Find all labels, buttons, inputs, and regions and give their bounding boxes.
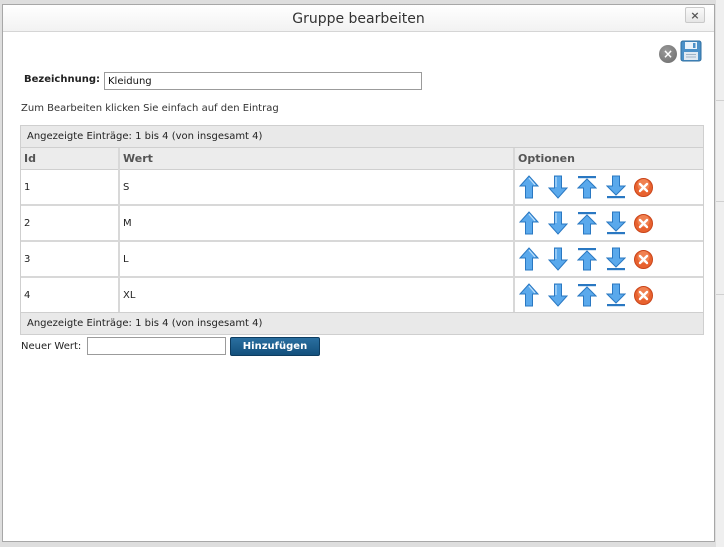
delete-icon[interactable] xyxy=(634,249,653,269)
row-options xyxy=(519,207,702,239)
row-options xyxy=(519,279,702,311)
entries-table: Id Wert Optionen 1 S 2 M 3 L 4 XL xyxy=(21,148,703,312)
edit-group-dialog: Gruppe bearbeiten × × Bezeichnung: Zum B… xyxy=(2,4,715,542)
row-options xyxy=(519,243,702,275)
arrow-up-icon[interactable] xyxy=(519,283,539,307)
move-to-top-icon[interactable] xyxy=(577,211,597,235)
row-value-cell[interactable]: XL xyxy=(119,277,515,312)
backdrop-line xyxy=(716,100,724,101)
dialog-toolbar: × xyxy=(657,40,703,64)
name-label: Bezeichnung: xyxy=(24,74,100,85)
row-options-cell xyxy=(514,205,703,242)
column-header-id[interactable]: Id xyxy=(21,148,120,170)
backdrop-line xyxy=(716,294,724,295)
row-id-cell[interactable]: 2 xyxy=(21,205,120,242)
row-id-cell[interactable]: 4 xyxy=(21,277,120,312)
new-value-input[interactable] xyxy=(87,337,226,355)
row-value-cell[interactable]: L xyxy=(119,241,515,278)
row-value-cell[interactable]: S xyxy=(119,169,515,206)
delete-icon[interactable] xyxy=(634,213,653,233)
close-button[interactable]: × xyxy=(685,7,705,23)
table-row[interactable]: 4 XL xyxy=(21,277,703,312)
new-value-label: Neuer Wert: xyxy=(21,341,82,352)
arrow-down-icon[interactable] xyxy=(548,175,568,199)
arrow-down-icon[interactable] xyxy=(548,247,568,271)
move-to-bottom-icon[interactable] xyxy=(606,247,626,271)
arrow-down-icon[interactable] xyxy=(548,283,568,307)
dialog-titlebar: Gruppe bearbeiten xyxy=(3,5,714,32)
backdrop xyxy=(716,0,724,547)
arrow-up-icon[interactable] xyxy=(519,211,539,235)
grid-info-bottom: Angezeigte Einträge: 1 bis 4 (von insges… xyxy=(21,312,703,334)
table-row[interactable]: 2M xyxy=(21,205,703,242)
table-row[interactable]: 1S xyxy=(21,169,703,206)
delete-icon[interactable] xyxy=(634,177,653,197)
row-options-cell xyxy=(514,169,703,206)
row-id-cell[interactable]: 1 xyxy=(21,169,120,206)
move-to-bottom-icon[interactable] xyxy=(606,283,626,307)
table-row[interactable]: 3L xyxy=(21,241,703,278)
row-options-cell xyxy=(514,277,703,312)
row-options-cell xyxy=(514,241,703,278)
entries-grid: Angezeigte Einträge: 1 bis 4 (von insges… xyxy=(20,125,704,335)
add-button[interactable]: Hinzufügen xyxy=(230,337,320,356)
arrow-up-icon[interactable] xyxy=(519,175,539,199)
arrow-up-icon[interactable] xyxy=(519,247,539,271)
move-to-top-icon[interactable] xyxy=(577,283,597,307)
name-input[interactable] xyxy=(104,72,422,90)
cancel-icon[interactable]: × xyxy=(659,45,677,63)
save-icon[interactable] xyxy=(680,40,702,62)
delete-icon[interactable] xyxy=(634,285,653,305)
grid-info-top: Angezeigte Einträge: 1 bis 4 (von insges… xyxy=(21,126,703,148)
column-header-options: Optionen xyxy=(514,148,703,170)
move-to-top-icon[interactable] xyxy=(577,175,597,199)
table-header-row: Id Wert Optionen xyxy=(21,148,703,170)
backdrop-line xyxy=(716,201,724,202)
row-id-cell[interactable]: 3 xyxy=(21,241,120,278)
move-to-bottom-icon[interactable] xyxy=(606,175,626,199)
move-to-bottom-icon[interactable] xyxy=(606,211,626,235)
arrow-down-icon[interactable] xyxy=(548,211,568,235)
dialog-title: Gruppe bearbeiten xyxy=(292,11,425,27)
edit-hint: Zum Bearbeiten klicken Sie einfach auf d… xyxy=(21,103,279,114)
column-header-value[interactable]: Wert xyxy=(119,148,515,170)
row-options xyxy=(519,171,702,203)
move-to-top-icon[interactable] xyxy=(577,247,597,271)
row-value-cell[interactable]: M xyxy=(119,205,515,242)
